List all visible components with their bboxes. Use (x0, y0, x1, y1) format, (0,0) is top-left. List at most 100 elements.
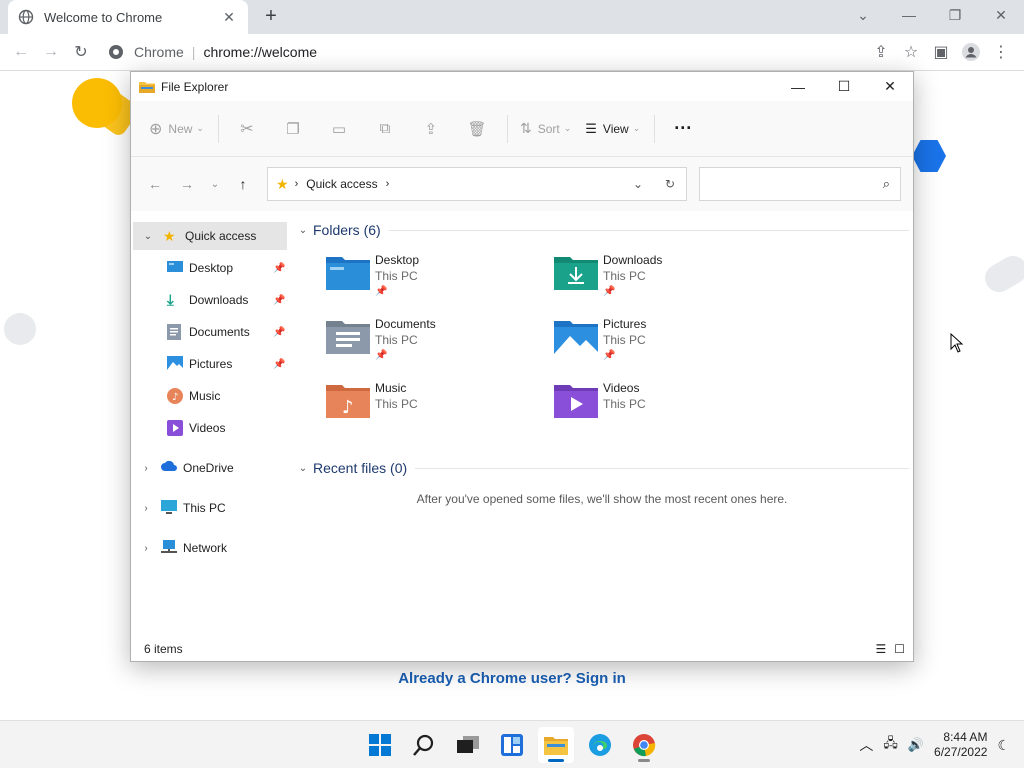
breadcrumb-chevron-icon: › (385, 178, 390, 190)
restore-button[interactable]: ❐ (932, 0, 978, 30)
folder-location: This PC (375, 397, 418, 411)
taskbar-file-explorer[interactable] (538, 727, 574, 763)
refresh-icon[interactable]: ↻ (654, 177, 686, 191)
network-status-icon[interactable]: 🖧 (883, 734, 898, 756)
nav-item-music[interactable]: ♪ Music (131, 382, 291, 410)
bookmark-star-icon[interactable]: ☆ (896, 37, 926, 67)
taskbar-chrome[interactable] (626, 727, 662, 763)
clock-time: 8:44 AM (943, 730, 988, 744)
explorer-minimize-button[interactable]: — (775, 72, 821, 101)
nav-item-quick-access[interactable]: ⌄ ★ Quick access (133, 222, 287, 250)
details-view-icon[interactable]: ☰ (875, 642, 886, 656)
large-icons-view-icon[interactable]: ☐ (894, 642, 905, 656)
explorer-address-bar[interactable]: ★ › Quick access › ⌄ ↻ (267, 167, 687, 201)
folder-tile-downloads[interactable]: Downloads This PC 📌 (553, 252, 781, 302)
taskbar-clock[interactable]: 8:44 AM 6/27/2022 (934, 730, 987, 760)
music-icon: ♪ (167, 388, 183, 404)
share-button[interactable]: ⇪ (415, 113, 447, 145)
explorer-search-input[interactable]: ⌕ (699, 167, 901, 201)
breadcrumb-quick-access[interactable]: Quick access (306, 177, 377, 191)
rename-button[interactable]: ⧉ (369, 113, 401, 145)
breadcrumb-chevron-icon: › (294, 178, 299, 190)
explorer-navigation-bar: ← → ⌄ ↑ ★ › Quick access › ⌄ ↻ ⌕ (131, 157, 913, 211)
recent-locations-chevron-icon[interactable]: ⌄ (205, 170, 225, 198)
show-hidden-icons-chevron-icon[interactable]: ︿ (859, 735, 873, 755)
menu-kebab-icon[interactable]: ⋮ (986, 37, 1016, 67)
nav-up-icon[interactable]: ↑ (229, 170, 257, 198)
widgets-button[interactable] (494, 727, 530, 763)
profile-avatar-icon[interactable] (956, 37, 986, 67)
pictures-folder-icon (553, 316, 599, 356)
nav-item-documents[interactable]: Documents 📌 (131, 318, 291, 346)
delete-button[interactable]: 🗑 (461, 113, 493, 145)
nav-label: Network (183, 541, 228, 555)
expand-chevron-icon[interactable]: › (139, 503, 153, 514)
start-button[interactable] (362, 727, 398, 763)
new-button[interactable]: ⊕ New ⌄ (149, 113, 204, 145)
close-button[interactable]: ✕ (978, 0, 1024, 30)
windows-logo-icon (369, 734, 391, 756)
running-indicator (548, 759, 564, 762)
nav-item-network[interactable]: › Network (131, 534, 291, 562)
nav-forward-icon[interactable]: → (173, 170, 201, 198)
explorer-close-button[interactable]: ✕ (867, 72, 913, 101)
tab-search-icon[interactable]: ⌄ (840, 0, 886, 30)
cut-button[interactable]: ✂ (231, 113, 263, 145)
recent-files-group-header[interactable]: ⌄ Recent files (0) (295, 450, 909, 486)
sign-in-link[interactable]: Already a Chrome user? Sign in (0, 670, 1024, 687)
collapse-chevron-icon[interactable]: ⌄ (295, 463, 311, 474)
sort-button[interactable]: ⇅ Sort ⌄ (520, 113, 571, 145)
task-view-button[interactable] (450, 727, 486, 763)
expand-chevron-icon[interactable]: › (139, 543, 153, 554)
nav-item-downloads[interactable]: ⤓ Downloads 📌 (131, 286, 291, 314)
chrome-tab-welcome[interactable]: Welcome to Chrome ✕ (8, 0, 248, 34)
folder-tile-documents[interactable]: Documents This PC 📌 (325, 316, 553, 366)
music-folder-icon: ♪ (325, 380, 371, 420)
collapse-chevron-icon[interactable]: ⌄ (295, 225, 311, 236)
view-button[interactable]: ☰ View ⌄ (585, 113, 640, 145)
reload-icon[interactable]: ↻ (66, 37, 96, 67)
pin-icon: 📌 (603, 350, 616, 361)
back-icon[interactable]: ← (6, 37, 36, 67)
nav-back-icon[interactable]: ← (141, 170, 169, 198)
folders-group-header[interactable]: ⌄ Folders (6) (295, 212, 909, 248)
explorer-command-bar: ⊕ New ⌄ ✂ ❐ ▭ ⧉ ⇪ 🗑 ⇅ Sort ⌄ ☰ View ⌄ ··… (131, 101, 913, 157)
nav-item-pictures[interactable]: Pictures 📌 (131, 350, 291, 378)
expand-chevron-icon[interactable]: ⌄ (141, 231, 155, 242)
folder-name: Music (375, 381, 407, 395)
trash-icon: 🗑 (467, 120, 487, 138)
omnibox-separator: | (191, 44, 196, 60)
copy-button[interactable]: ❐ (277, 113, 309, 145)
decorative-gray-circle (4, 313, 36, 345)
see-more-button[interactable]: ··· (667, 113, 699, 145)
folder-name: Downloads (603, 253, 663, 267)
paste-button[interactable]: ▭ (323, 113, 355, 145)
folder-tile-videos[interactable]: Videos This PC (553, 380, 781, 430)
new-tab-button[interactable]: + (260, 5, 282, 27)
onedrive-cloud-icon (161, 460, 177, 476)
explorer-maximize-button[interactable]: ☐ (821, 72, 867, 101)
tab-close-icon[interactable]: ✕ (220, 9, 238, 26)
expand-chevron-icon[interactable]: › (139, 463, 153, 474)
nav-item-this-pc[interactable]: › This PC (131, 494, 291, 522)
address-history-chevron-icon[interactable]: ⌄ (622, 177, 654, 191)
folder-tile-music[interactable]: ♪ Music This PC (325, 380, 553, 430)
minimize-button[interactable]: — (886, 0, 932, 30)
nav-item-videos[interactable]: Videos (131, 414, 291, 442)
recent-files-group-label: Recent files (0) (313, 460, 408, 476)
focus-assist-moon-icon[interactable]: ☾ (997, 737, 1010, 754)
forward-icon[interactable]: → (36, 37, 66, 67)
side-panel-icon[interactable]: ▣ (926, 37, 956, 67)
volume-icon[interactable]: 🔊 (908, 737, 924, 753)
folder-tile-desktop[interactable]: Desktop This PC 📌 (325, 252, 553, 302)
clock-date: 6/27/2022 (934, 745, 988, 759)
nav-item-onedrive[interactable]: › OneDrive (131, 454, 291, 482)
address-bar[interactable]: Chrome | chrome://welcome (108, 38, 918, 66)
taskbar-search-button[interactable] (406, 727, 442, 763)
nav-item-desktop[interactable]: Desktop 📌 (131, 254, 291, 282)
taskbar-edge[interactable] (582, 727, 618, 763)
folder-tile-pictures[interactable]: Pictures This PC 📌 (553, 316, 781, 366)
share-icon[interactable]: ⇪ (866, 37, 896, 67)
